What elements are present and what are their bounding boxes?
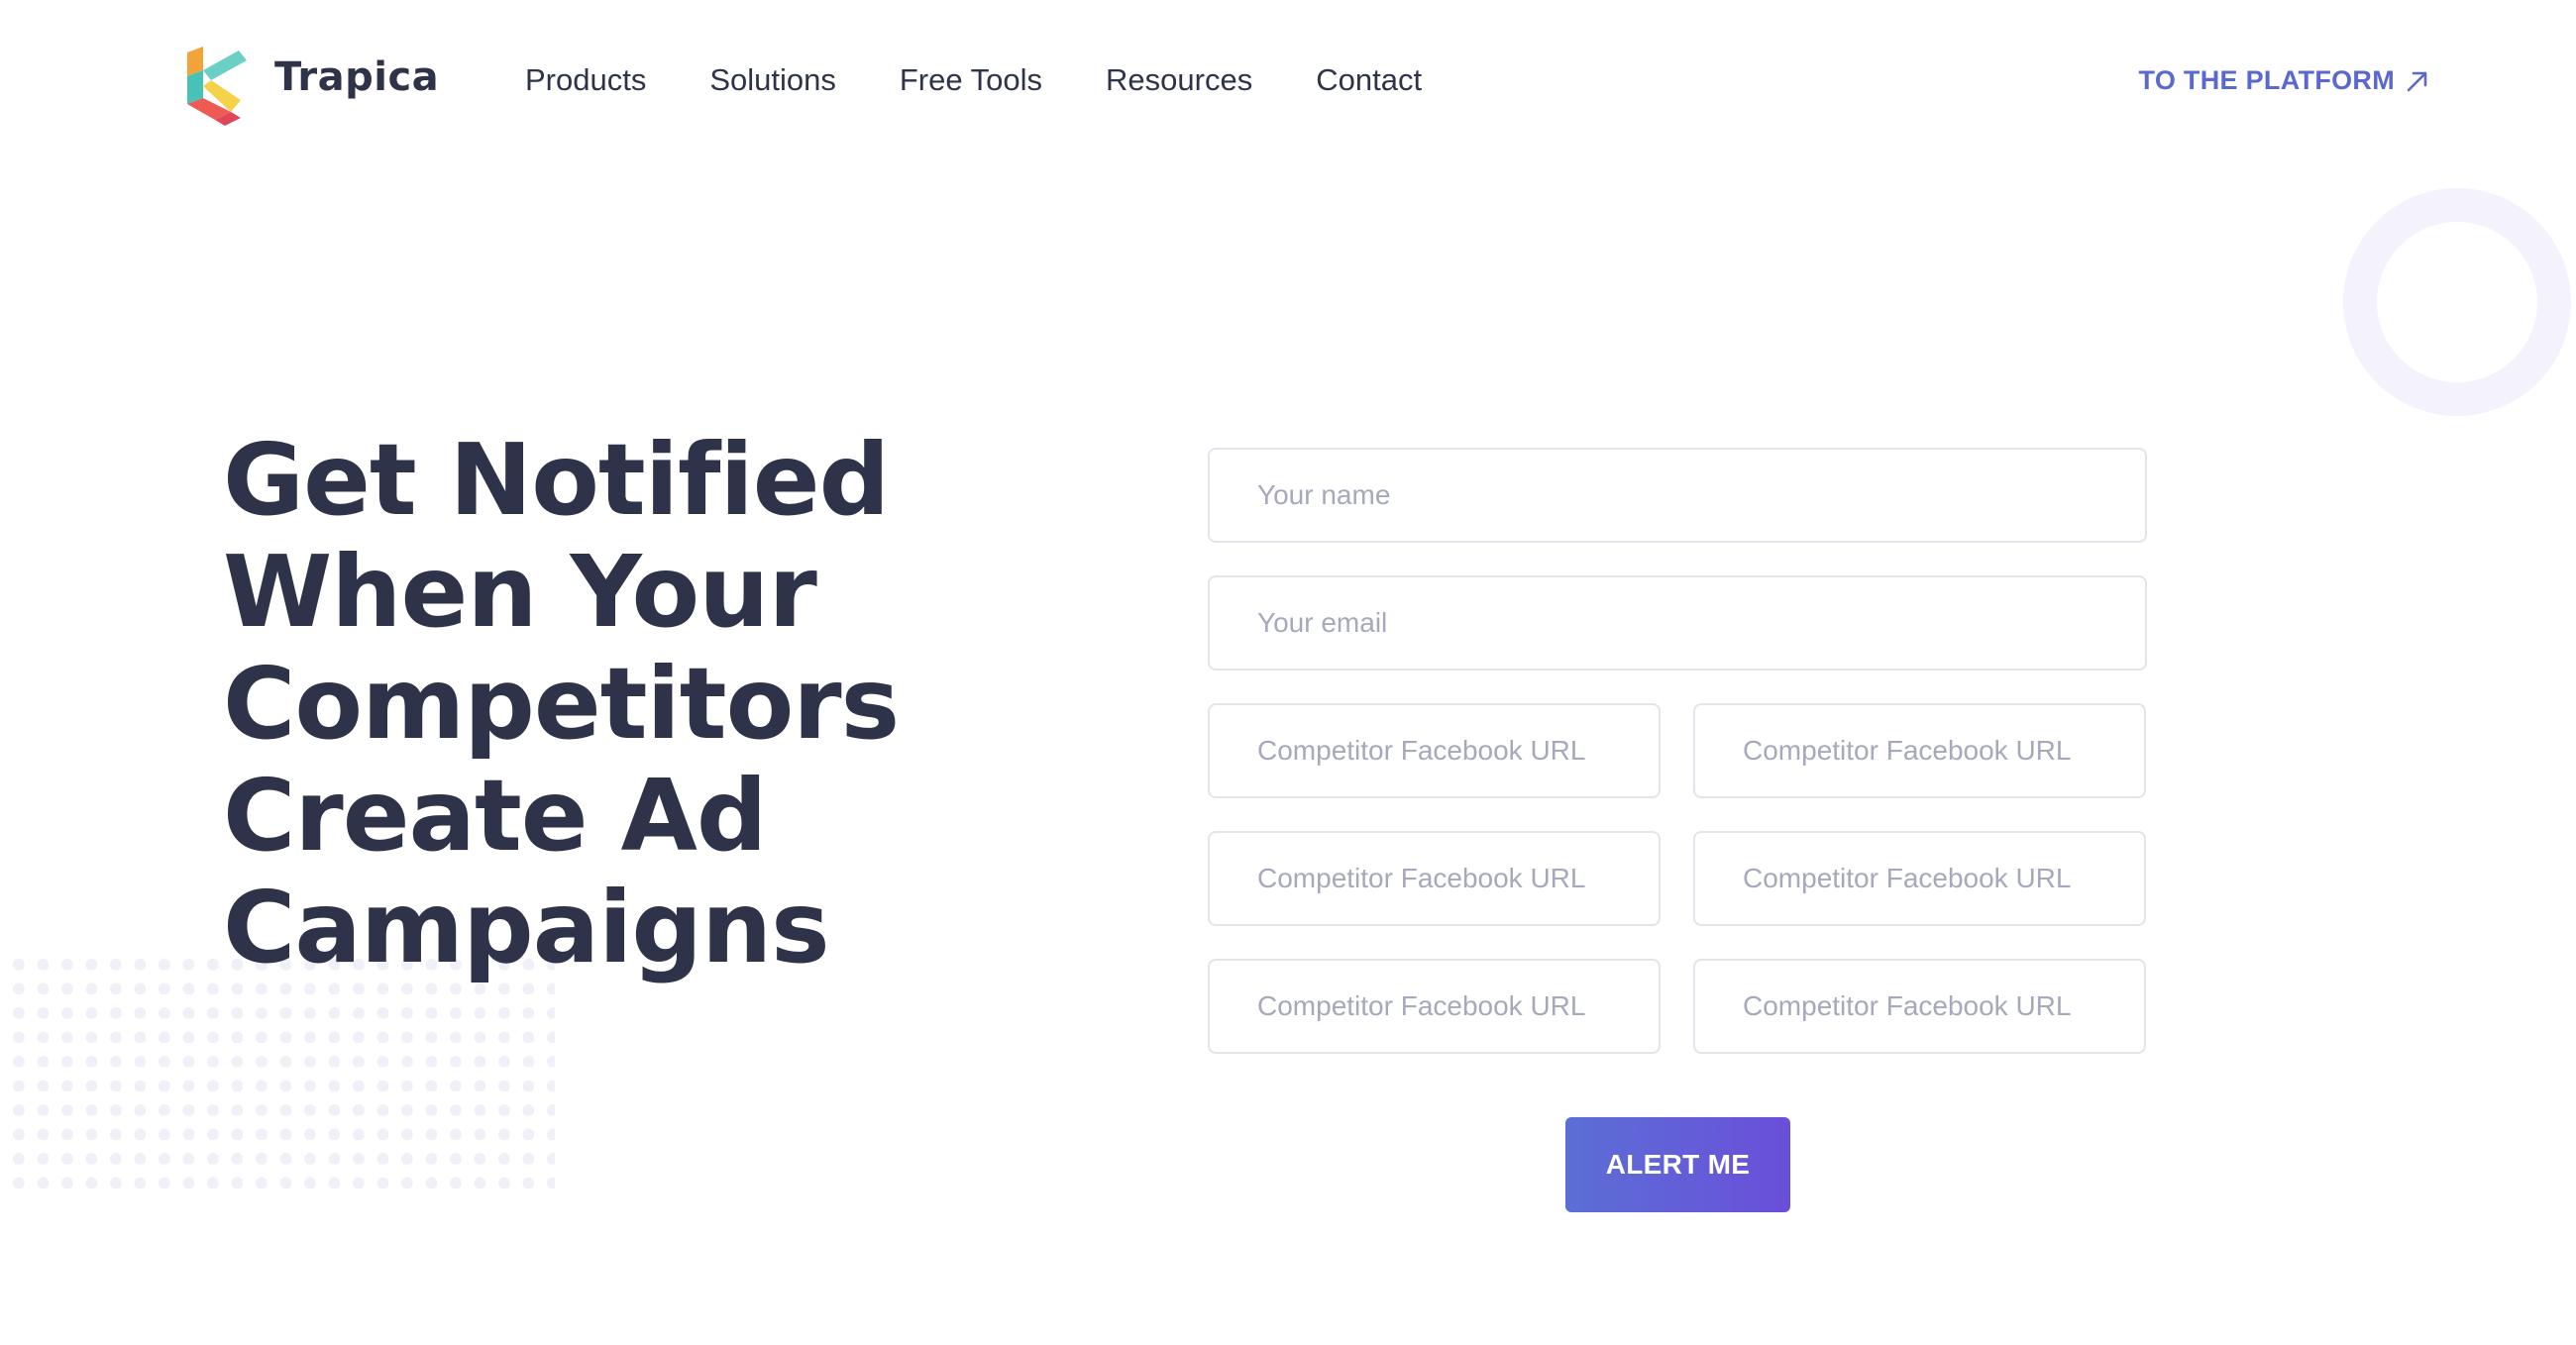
competitor-row-3 bbox=[1208, 959, 2147, 1054]
name-input[interactable] bbox=[1208, 448, 2147, 543]
nav-products[interactable]: Products bbox=[525, 62, 646, 98]
competitor-row-1 bbox=[1208, 703, 2147, 798]
main-nav: Products Solutions Free Tools Resources … bbox=[525, 62, 1422, 98]
to-the-platform-link[interactable]: TO THE PLATFORM bbox=[2139, 65, 2430, 96]
competitor-url-input-6[interactable] bbox=[1693, 959, 2146, 1054]
nav-free-tools[interactable]: Free Tools bbox=[900, 62, 1042, 98]
hero-line-3: Competitors bbox=[223, 646, 900, 762]
competitor-url-input-2[interactable] bbox=[1693, 703, 2146, 798]
logo-mark[interactable] bbox=[181, 47, 247, 126]
alert-signup-form bbox=[1208, 448, 2147, 1086]
trapica-logo-icon bbox=[187, 47, 247, 126]
competitor-row-2 bbox=[1208, 831, 2147, 926]
alert-me-button[interactable]: ALERT ME bbox=[1565, 1117, 1790, 1212]
arrow-up-right-icon bbox=[2407, 71, 2427, 91]
competitor-url-input-5[interactable] bbox=[1208, 959, 1661, 1054]
hero-line-2: When Your bbox=[223, 534, 817, 650]
email-input[interactable] bbox=[1208, 575, 2147, 671]
hero-line-1: Get Notified bbox=[223, 422, 890, 538]
hero-line-5: Campaigns bbox=[223, 870, 830, 985]
platform-link-label: TO THE PLATFORM bbox=[2138, 65, 2395, 95]
nav-contact[interactable]: Contact bbox=[1316, 62, 1422, 98]
brand-name[interactable]: Trapica bbox=[274, 54, 439, 100]
hero-heading: Get Notified When Your Competitors Creat… bbox=[223, 424, 936, 983]
page: Trapica Products Solutions Free Tools Re… bbox=[0, 0, 2576, 1345]
hero-line-4: Create Ad bbox=[223, 758, 767, 874]
competitor-url-input-1[interactable] bbox=[1208, 703, 1661, 798]
decorative-ring bbox=[2343, 188, 2571, 416]
competitor-url-input-4[interactable] bbox=[1693, 831, 2146, 926]
competitor-url-input-3[interactable] bbox=[1208, 831, 1661, 926]
nav-resources[interactable]: Resources bbox=[1106, 62, 1252, 98]
nav-solutions[interactable]: Solutions bbox=[709, 62, 836, 98]
